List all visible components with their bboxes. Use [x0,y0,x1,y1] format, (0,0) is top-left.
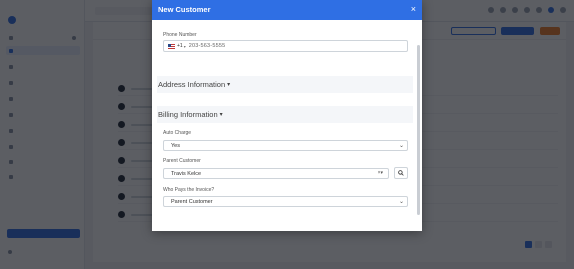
us-flag-icon[interactable] [168,43,175,49]
who-pays-value: Parent Customer [171,198,213,205]
chevron-down-icon[interactable]: ▾ [220,111,223,118]
auto-charge-label: Auto Charge [163,130,192,136]
auto-charge-value: Yes [171,142,180,149]
who-pays-select[interactable]: Parent Customer ⌄ [163,196,408,207]
phone-number-input[interactable]: 203-563-5555 [189,43,226,49]
billing-information-section[interactable]: Billing Information ▾ [157,106,413,123]
search-customer-button[interactable] [394,167,408,179]
clear-symbol[interactable]: × [378,170,381,176]
close-icon[interactable]: × [411,3,416,15]
parent-customer-value: Travis Kelce [171,170,202,177]
phone-number-field[interactable]: +1 ▾ 203-563-5555 [163,40,408,52]
dial-code[interactable]: +1 [177,43,183,49]
who-pays-label: Who Pays the Invoice? [163,187,215,193]
address-information-title[interactable]: Address Information [158,80,225,89]
chevron-down-icon[interactable]: ▾ [184,44,186,49]
address-information-section[interactable]: Address Information ▾ [157,76,413,93]
parent-customer-label: Parent Customer [163,158,201,164]
chevron-down-icon: ⌄ [398,143,404,149]
billing-information-title[interactable]: Billing Information [158,110,218,119]
new-customer-modal: New Customer × Phone Number +1 ▾ 203-563… [152,0,422,231]
clear-icon[interactable]: ×▾ [378,170,383,176]
modal-header: New Customer × [152,0,422,20]
chevron-down-icon: ⌄ [398,199,404,205]
parent-customer-select[interactable]: Travis Kelce ×▾ [163,168,389,179]
search-icon [398,170,404,176]
modal-scrollbar[interactable] [417,45,420,215]
auto-charge-select[interactable]: Yes ⌄ [163,140,408,151]
modal-body: Phone Number +1 ▾ 203-563-5555 Address I… [152,20,422,231]
phone-number-label: Phone Number [163,32,197,38]
modal-title: New Customer [158,5,211,14]
chevron-down-icon[interactable]: ▾ [227,81,230,88]
